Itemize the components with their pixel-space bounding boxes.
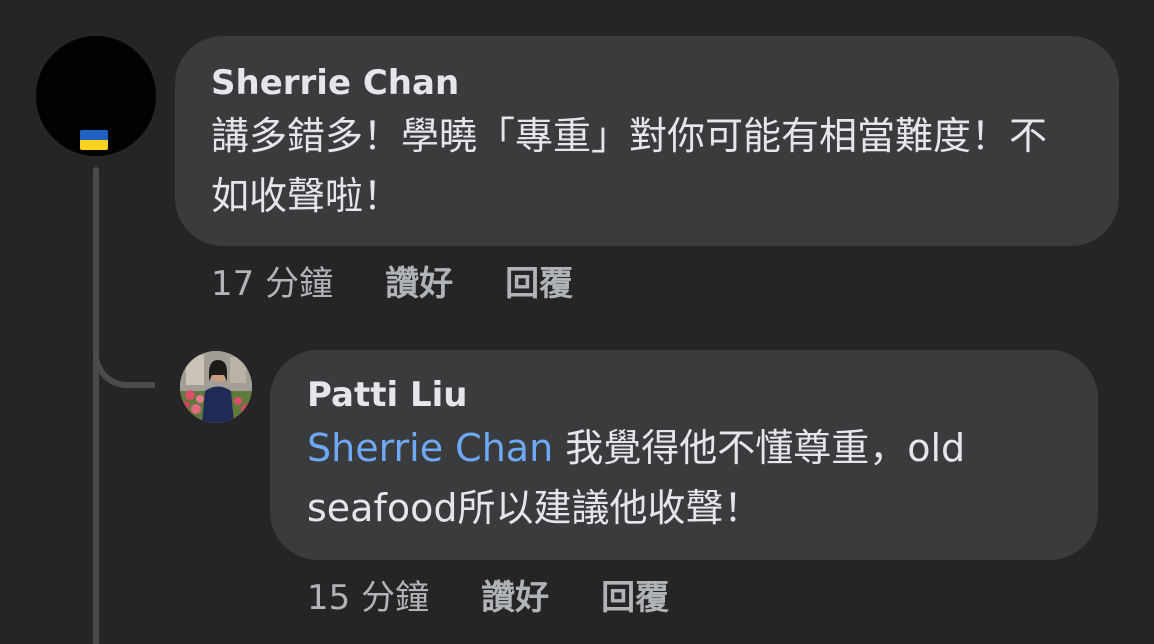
comment-timestamp[interactable]: 17 分鐘: [211, 264, 333, 304]
comment-author[interactable]: Sherrie Chan: [211, 62, 1081, 104]
reply-author[interactable]: Patti Liu: [307, 374, 1062, 416]
mention-link[interactable]: Sherrie Chan: [307, 426, 553, 470]
comment-thread: Sherrie Chan 講多錯多！學曉「專重」對你可能有相當難度！不如收聲啦！…: [0, 0, 1154, 644]
thread-line: [93, 167, 99, 644]
reply-button[interactable]: 回覆: [601, 578, 669, 618]
comment-text: 講多錯多！學曉「專重」對你可能有相當難度！不如收聲啦！: [211, 114, 1048, 218]
like-button[interactable]: 讚好: [481, 578, 549, 618]
reply-timestamp[interactable]: 15 分鐘: [307, 578, 429, 618]
reply-actions: 15 分鐘 讚好 回覆: [307, 578, 669, 618]
reply-connector-line: [93, 300, 155, 388]
comment-bubble: Sherrie Chan 講多錯多！學曉「專重」對你可能有相當難度！不如收聲啦！: [175, 36, 1119, 246]
comment-actions: 17 分鐘 讚好 回覆: [211, 264, 573, 304]
reply-text: Sherrie Chan 我覺得他不懂尊重，old seafood所以建議他收聲…: [307, 418, 1062, 538]
reply-bubble: Patti Liu Sherrie Chan 我覺得他不懂尊重，old seaf…: [270, 350, 1098, 560]
avatar[interactable]: [36, 36, 156, 156]
ukraine-flag-icon: [80, 130, 108, 150]
avatar-photo: [180, 351, 252, 423]
avatar[interactable]: [180, 351, 252, 423]
reply-button[interactable]: 回覆: [505, 264, 573, 304]
like-button[interactable]: 讚好: [385, 264, 453, 304]
